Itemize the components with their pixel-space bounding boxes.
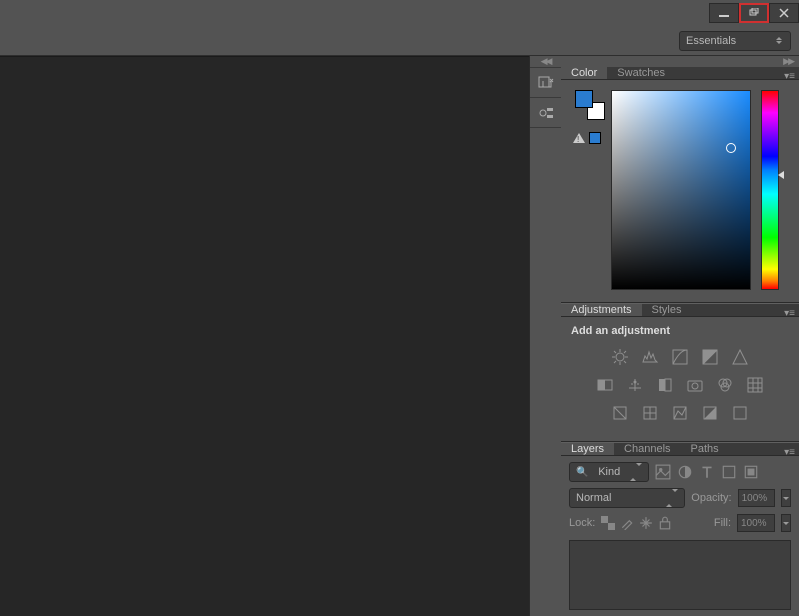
panel-dock: ▶▶ Color Swatches ▾≡ — [561, 56, 799, 616]
panel-menu-icon[interactable]: ▾≡ — [784, 447, 795, 458]
opacity-label: Opacity: — [691, 492, 731, 504]
adjustments-panel-tabs: Adjustments Styles ▾≡ — [561, 304, 799, 317]
color-cursor-icon — [726, 143, 736, 153]
history-panel-icon[interactable] — [530, 68, 561, 98]
warning-icon — [573, 133, 585, 143]
fill-dropdown[interactable] — [781, 514, 791, 532]
vibrance-icon[interactable] — [730, 347, 750, 367]
hue-saturation-icon[interactable] — [595, 375, 615, 395]
exposure-icon[interactable] — [700, 347, 720, 367]
title-bar — [0, 0, 799, 26]
dock-expand-toggle[interactable]: ◀◀ — [530, 56, 561, 68]
tab-layers[interactable]: Layers — [561, 443, 614, 455]
fill-label: Fill: — [714, 517, 731, 529]
channel-mixer-icon[interactable] — [715, 375, 735, 395]
lock-all-icon[interactable] — [658, 516, 672, 530]
blend-mode-label: Normal — [576, 492, 611, 504]
tab-styles[interactable]: Styles — [642, 304, 692, 316]
lock-label: Lock: — [569, 517, 595, 529]
gamut-swatch[interactable] — [589, 132, 601, 144]
levels-icon[interactable] — [640, 347, 660, 367]
tab-paths[interactable]: Paths — [681, 443, 729, 455]
curves-icon[interactable] — [670, 347, 690, 367]
brightness-contrast-icon[interactable] — [610, 347, 630, 367]
properties-panel-icon[interactable] — [530, 98, 561, 128]
filter-adjustment-icon[interactable] — [677, 464, 693, 480]
lock-icons — [601, 516, 672, 530]
restore-button[interactable] — [739, 3, 769, 23]
layer-filter-select[interactable]: 🔍 Kind — [569, 462, 649, 482]
close-button[interactable] — [769, 3, 799, 23]
adjustments-hint: Add an adjustment — [571, 325, 789, 337]
filter-smart-icon[interactable] — [743, 464, 759, 480]
main-area: ◀◀ ▶▶ Color Swatches ▾≡ — [0, 56, 799, 616]
opacity-input[interactable]: 100% — [738, 489, 776, 507]
options-bar: Essentials — [0, 26, 799, 56]
color-swatch-column — [573, 90, 601, 290]
color-field[interactable] — [611, 90, 751, 290]
panel-menu-icon[interactable]: ▾≡ — [784, 71, 795, 82]
canvas-area — [0, 56, 529, 616]
adjustments-panel: Add an adjustment — [561, 317, 799, 441]
dock-header: ▶▶ — [561, 56, 799, 67]
workspace-label: Essentials — [686, 35, 736, 47]
filter-pixel-icon[interactable] — [655, 464, 671, 480]
fg-bg-swatches — [575, 90, 599, 114]
tab-color[interactable]: Color — [561, 67, 607, 79]
search-icon: 🔍 — [576, 467, 588, 478]
layer-filter-icons — [655, 464, 759, 480]
fill-input[interactable]: 100% — [737, 514, 775, 532]
dropdown-arrows-icon — [630, 466, 642, 478]
panel-menu-icon[interactable]: ▾≡ — [784, 308, 795, 319]
color-panel — [561, 80, 799, 302]
color-panel-tabs: Color Swatches ▾≡ — [561, 67, 799, 80]
collapsed-dock: ◀◀ — [529, 56, 561, 616]
filter-label: Kind — [598, 466, 620, 478]
lock-transparent-icon[interactable] — [601, 516, 615, 530]
opacity-dropdown[interactable] — [781, 489, 791, 507]
dropdown-arrows-icon — [776, 37, 784, 44]
expand-arrows-icon[interactable]: ▶▶ — [783, 56, 793, 67]
dropdown-arrows-icon — [666, 492, 678, 504]
tab-channels[interactable]: Channels — [614, 443, 680, 455]
color-lookup-icon[interactable] — [745, 375, 765, 395]
posterize-icon[interactable] — [640, 403, 660, 423]
blend-mode-select[interactable]: Normal — [569, 488, 685, 508]
layers-panel: 🔍 Kind Normal Opacity: 100 — [561, 456, 799, 616]
tab-swatches[interactable]: Swatches — [607, 67, 675, 79]
gradient-map-icon[interactable] — [700, 403, 720, 423]
gamut-warning — [573, 132, 601, 144]
window-controls — [709, 3, 799, 23]
lock-pixels-icon[interactable] — [620, 516, 634, 530]
photo-filter-icon[interactable] — [685, 375, 705, 395]
hue-slider[interactable] — [761, 90, 779, 290]
invert-icon[interactable] — [610, 403, 630, 423]
lock-position-icon[interactable] — [639, 516, 653, 530]
hue-thumb-icon — [778, 171, 784, 179]
tab-adjustments[interactable]: Adjustments — [561, 304, 642, 316]
color-balance-icon[interactable] — [625, 375, 645, 395]
filter-shape-icon[interactable] — [721, 464, 737, 480]
filter-type-icon[interactable] — [699, 464, 715, 480]
layers-list[interactable] — [569, 540, 791, 610]
black-white-icon[interactable] — [655, 375, 675, 395]
threshold-icon[interactable] — [670, 403, 690, 423]
collapse-arrows-icon: ◀◀ — [541, 56, 551, 67]
foreground-color-swatch[interactable] — [575, 90, 593, 108]
selective-color-icon[interactable] — [730, 403, 750, 423]
layers-panel-tabs: Layers Channels Paths ▾≡ — [561, 443, 799, 456]
minimize-button[interactable] — [709, 3, 739, 23]
workspace-switcher[interactable]: Essentials — [679, 31, 791, 51]
